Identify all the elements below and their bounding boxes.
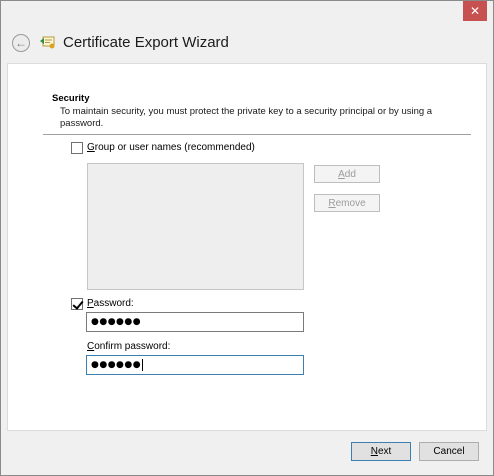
wizard-title: Certificate Export Wizard bbox=[63, 34, 229, 51]
password-checkbox[interactable] bbox=[71, 298, 83, 310]
password-masked-value: ●●●●●● bbox=[91, 317, 142, 327]
header-divider bbox=[43, 134, 471, 135]
user-names-listbox[interactable] bbox=[87, 163, 304, 290]
cancel-button[interactable]: Cancel bbox=[419, 442, 479, 461]
remove-button[interactable]: Remove bbox=[314, 194, 380, 212]
certificate-icon bbox=[40, 36, 55, 49]
certificate-export-wizard-window: ✕ ← Certificate Export Wizard Security T… bbox=[0, 0, 494, 476]
group-or-user-names-label[interactable]: Group or user names (recommended) bbox=[87, 142, 255, 153]
wizard-content-panel: Security To maintain security, you must … bbox=[7, 63, 487, 431]
close-icon: ✕ bbox=[469, 4, 481, 18]
title-bar: ✕ bbox=[1, 1, 493, 25]
next-button[interactable]: Next bbox=[351, 442, 411, 461]
close-button[interactable]: ✕ bbox=[463, 1, 487, 21]
wizard-header: ← Certificate Export Wizard bbox=[1, 25, 493, 63]
confirm-password-masked-value: ●●●●●● bbox=[91, 360, 142, 370]
add-button[interactable]: Add bbox=[314, 165, 380, 183]
confirm-password-label: Confirm password: bbox=[87, 341, 171, 352]
section-heading: Security bbox=[52, 93, 90, 104]
section-description: To maintain security, you must protect t… bbox=[60, 106, 433, 129]
text-caret bbox=[142, 359, 144, 371]
confirm-password-field[interactable]: ●●●●●● bbox=[86, 355, 304, 375]
group-or-user-names-checkbox[interactable] bbox=[71, 142, 83, 154]
back-button[interactable]: ← bbox=[12, 34, 30, 52]
back-arrow-icon: ← bbox=[15, 36, 27, 50]
password-field[interactable]: ●●●●●● bbox=[86, 312, 304, 332]
password-label[interactable]: Password: bbox=[87, 298, 134, 309]
